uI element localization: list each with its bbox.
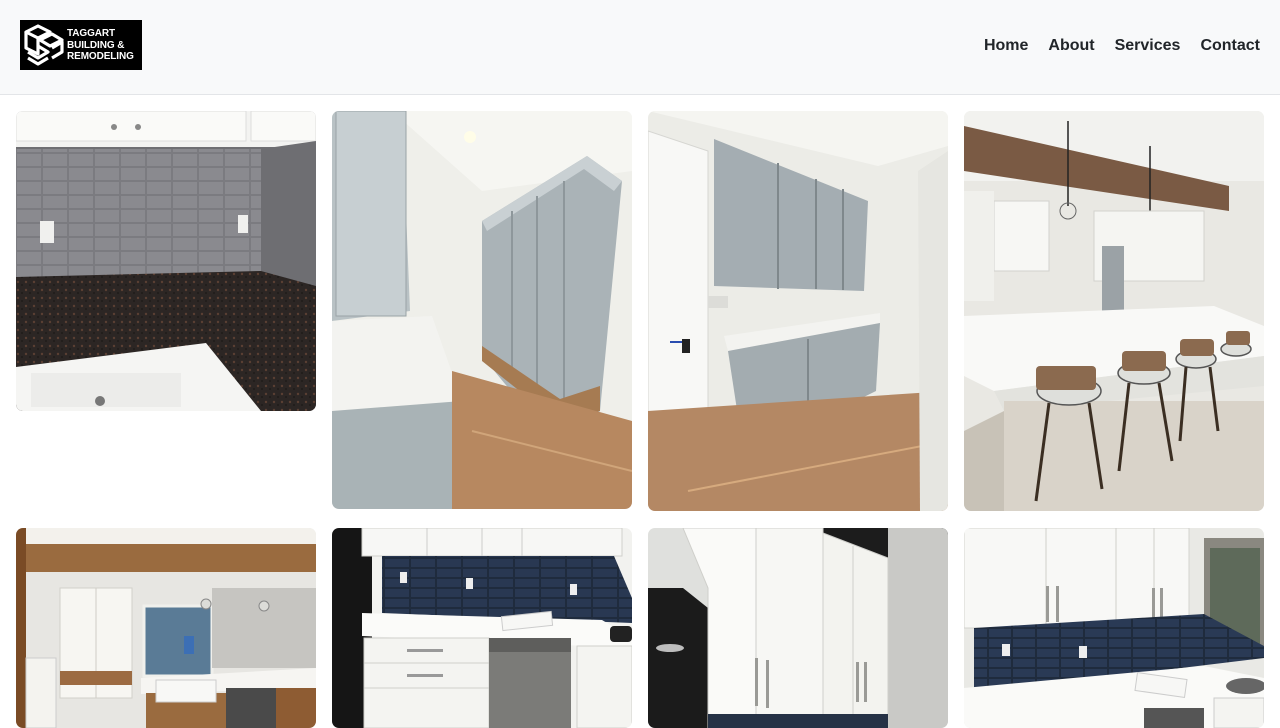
nav-contact-link[interactable]: Contact bbox=[1200, 37, 1260, 55]
brand-line-3: REMODELING bbox=[67, 51, 134, 62]
kitchen-island-pendants-photo[interactable] bbox=[964, 111, 1264, 511]
white-cabinets-navy-tile-photo[interactable] bbox=[964, 528, 1264, 728]
nav-home-link[interactable]: Home bbox=[984, 37, 1028, 55]
nav-about-link[interactable]: About bbox=[1048, 37, 1094, 55]
kitchen-backsplash-granite-photo[interactable] bbox=[16, 111, 316, 411]
navy-backsplash-dishwasher-photo[interactable] bbox=[332, 528, 632, 728]
nav-services-link[interactable]: Services bbox=[1115, 37, 1181, 55]
mudroom-cabinets-photo[interactable] bbox=[648, 111, 948, 511]
mudroom-lockers-photo[interactable] bbox=[332, 111, 632, 509]
open-kitchen-view-photo[interactable] bbox=[16, 528, 316, 728]
brand-logo[interactable]: TAGGART BUILDING & REMODELING bbox=[20, 20, 142, 70]
logo-mark-icon bbox=[24, 24, 64, 66]
main-nav: Home About Services Contact bbox=[984, 37, 1260, 55]
site-header: TAGGART BUILDING & REMODELING Home About… bbox=[0, 0, 1280, 95]
brand-name: TAGGART BUILDING & REMODELING bbox=[67, 28, 134, 63]
brand-line-2: BUILDING & bbox=[67, 39, 125, 51]
brand-line-1: TAGGART bbox=[67, 28, 115, 39]
white-cabinets-photo[interactable] bbox=[648, 528, 948, 728]
